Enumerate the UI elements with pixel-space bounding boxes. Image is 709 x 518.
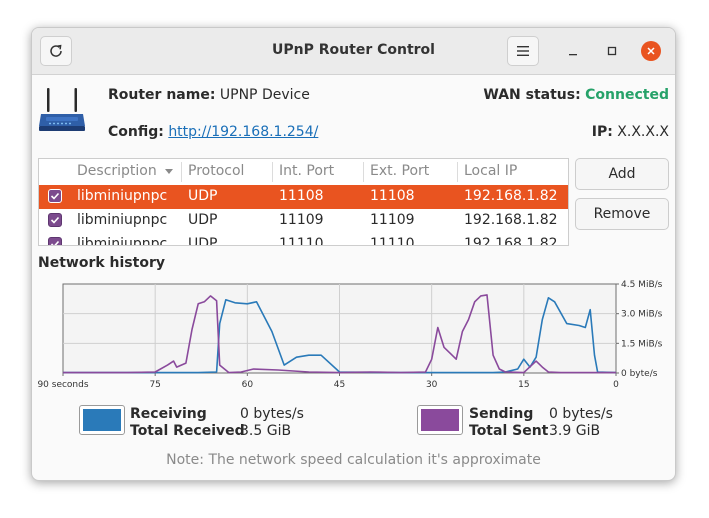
column-header-description[interactable]: Description bbox=[77, 163, 174, 179]
speed-note: Note: The network speed calculation it's… bbox=[166, 452, 541, 468]
receiving-labels: Receiving Total Received bbox=[130, 406, 245, 440]
add-button[interactable]: Add bbox=[575, 158, 669, 190]
network-history-chart: 90 seconds 75 60 45 30 15 0 4.5 MiB/s 3.0 MiB/s 1… bbox=[37, 280, 663, 390]
x-tick-label: 15 bbox=[518, 380, 529, 390]
y-tick-label: 3.0 MiB/s bbox=[621, 310, 663, 320]
x-tick-label: 30 bbox=[426, 380, 438, 390]
maximize-button[interactable] bbox=[601, 40, 623, 62]
row-enabled-checkbox[interactable] bbox=[48, 237, 62, 245]
sending-values: 0 bytes/s 3.9 GiB bbox=[549, 406, 613, 440]
table-header: Description Protocol Int. Port Ext. Port… bbox=[39, 159, 568, 186]
table-row[interactable]: libminiupnpc UDP 11108 11108 192.168.1.8… bbox=[39, 185, 568, 209]
check-icon bbox=[50, 216, 60, 224]
cell-local-ip: 192.168.1.82 bbox=[464, 188, 558, 204]
cell-protocol: UDP bbox=[188, 188, 218, 204]
cell-local-ip: 192.168.1.82 bbox=[464, 212, 558, 228]
sending-color-swatch[interactable] bbox=[417, 405, 463, 435]
cell-ext-port: 11109 bbox=[370, 212, 415, 228]
receiving-value: 0 bytes/s bbox=[240, 406, 304, 422]
receiving-values: 0 bytes/s 3.5 GiB bbox=[240, 406, 304, 440]
column-header-ext-port[interactable]: Ext. Port bbox=[370, 163, 429, 179]
x-tick-label: 75 bbox=[149, 380, 160, 390]
wan-status-label: WAN status: bbox=[483, 87, 581, 103]
check-icon bbox=[50, 192, 60, 200]
cell-local-ip: 192.168.1.82 bbox=[464, 236, 558, 246]
check-icon bbox=[50, 240, 60, 245]
cell-int-port: 11110 bbox=[279, 236, 324, 246]
router-name-label: Router name: bbox=[108, 87, 216, 103]
total-sent-value: 3.9 GiB bbox=[549, 423, 601, 439]
cell-description: libminiupnpc bbox=[77, 236, 168, 246]
main-menu-button[interactable] bbox=[507, 36, 539, 66]
row-enabled-checkbox[interactable] bbox=[48, 189, 62, 203]
config-label: Config: bbox=[108, 124, 164, 140]
total-sent-label: Total Sent bbox=[469, 423, 549, 439]
header-bar: UPnP Router Control bbox=[32, 28, 675, 75]
x-tick-label: 45 bbox=[334, 380, 345, 390]
table-row[interactable]: libminiupnpc UDP 11109 11109 192.168.1.8… bbox=[39, 209, 568, 233]
config-link[interactable]: http://192.168.1.254/ bbox=[168, 124, 318, 140]
network-history-title: Network history bbox=[38, 255, 165, 271]
router-config: Config: http://192.168.1.254/ bbox=[108, 124, 318, 140]
receiving-label: Receiving bbox=[130, 406, 207, 422]
external-ip: IP: X.X.X.X bbox=[592, 124, 669, 140]
minimize-button[interactable] bbox=[562, 40, 584, 62]
cell-description: libminiupnpc bbox=[77, 188, 168, 204]
hamburger-menu-icon bbox=[517, 46, 529, 56]
column-header-int-port[interactable]: Int. Port bbox=[279, 163, 334, 179]
sending-labels: Sending Total Sent bbox=[469, 406, 548, 440]
cell-ext-port: 11110 bbox=[370, 236, 415, 246]
close-button[interactable] bbox=[640, 40, 662, 62]
table-row[interactable]: libminiupnpc UDP 11110 11110 192.168.1.8… bbox=[39, 233, 568, 246]
receiving-color-fill bbox=[83, 409, 121, 431]
sending-label: Sending bbox=[469, 406, 534, 422]
column-header-protocol[interactable]: Protocol bbox=[188, 163, 244, 179]
router-name-value: UPNP Device bbox=[219, 87, 310, 103]
router-icon bbox=[39, 88, 85, 131]
cell-int-port: 11108 bbox=[279, 188, 324, 204]
cell-description: libminiupnpc bbox=[77, 212, 168, 228]
sending-value: 0 bytes/s bbox=[549, 406, 613, 422]
ip-label: IP: bbox=[591, 124, 613, 140]
y-tick-label: 4.5 MiB/s bbox=[621, 280, 663, 290]
x-tick-label: 60 bbox=[242, 380, 254, 390]
app-window: UPnP Router Control Router name: UPNP De… bbox=[31, 27, 676, 481]
sort-descending-icon bbox=[165, 169, 174, 174]
maximize-icon bbox=[607, 46, 617, 56]
receiving-color-swatch[interactable] bbox=[79, 405, 125, 435]
cell-protocol: UDP bbox=[188, 212, 218, 228]
port-mapping-table[interactable]: Description Protocol Int. Port Ext. Port… bbox=[38, 158, 569, 246]
ip-value: X.X.X.X bbox=[617, 124, 669, 140]
y-tick-label: 0 byte/s bbox=[621, 369, 658, 379]
close-icon bbox=[641, 41, 661, 61]
x-tick-label: 90 seconds bbox=[37, 380, 88, 390]
sending-color-fill bbox=[421, 409, 459, 431]
total-received-label: Total Received bbox=[130, 423, 245, 439]
y-tick-label: 1.5 MiB/s bbox=[621, 339, 663, 349]
wan-status-value: Connected bbox=[585, 87, 669, 103]
minimize-icon bbox=[569, 54, 577, 56]
wan-status: WAN status: Connected bbox=[483, 87, 669, 103]
total-received-value: 3.5 GiB bbox=[240, 423, 292, 439]
cell-protocol: UDP bbox=[188, 236, 218, 246]
router-name: Router name: UPNP Device bbox=[108, 87, 310, 103]
cell-ext-port: 11108 bbox=[370, 188, 415, 204]
remove-button[interactable]: Remove bbox=[575, 198, 669, 230]
cell-int-port: 11109 bbox=[279, 212, 324, 228]
row-enabled-checkbox[interactable] bbox=[48, 213, 62, 227]
x-tick-label: 0 bbox=[613, 380, 619, 390]
column-header-local-ip[interactable]: Local IP bbox=[464, 163, 517, 179]
